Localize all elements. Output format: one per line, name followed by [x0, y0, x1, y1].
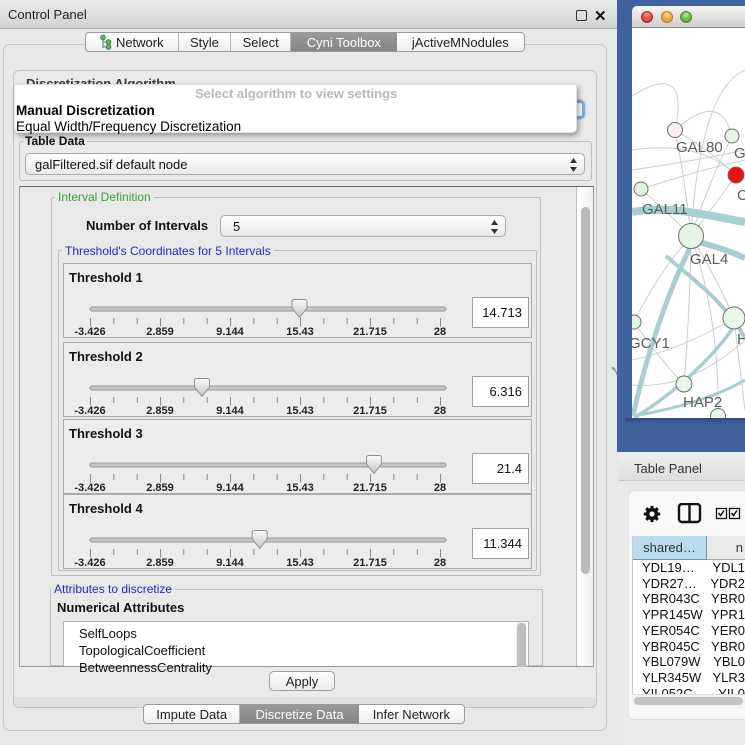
svg-text:GAL4: GAL4: [690, 251, 728, 268]
svg-text:HAP2: HAP2: [683, 394, 722, 411]
svg-text:C: C: [737, 187, 745, 204]
svg-text:H: H: [737, 331, 745, 348]
svg-text:GAL80: GAL80: [676, 139, 723, 156]
svg-text:GAL11: GAL11: [642, 201, 688, 218]
svg-text:GA: GA: [734, 145, 745, 162]
svg-text:GCY1: GCY1: [632, 335, 670, 352]
